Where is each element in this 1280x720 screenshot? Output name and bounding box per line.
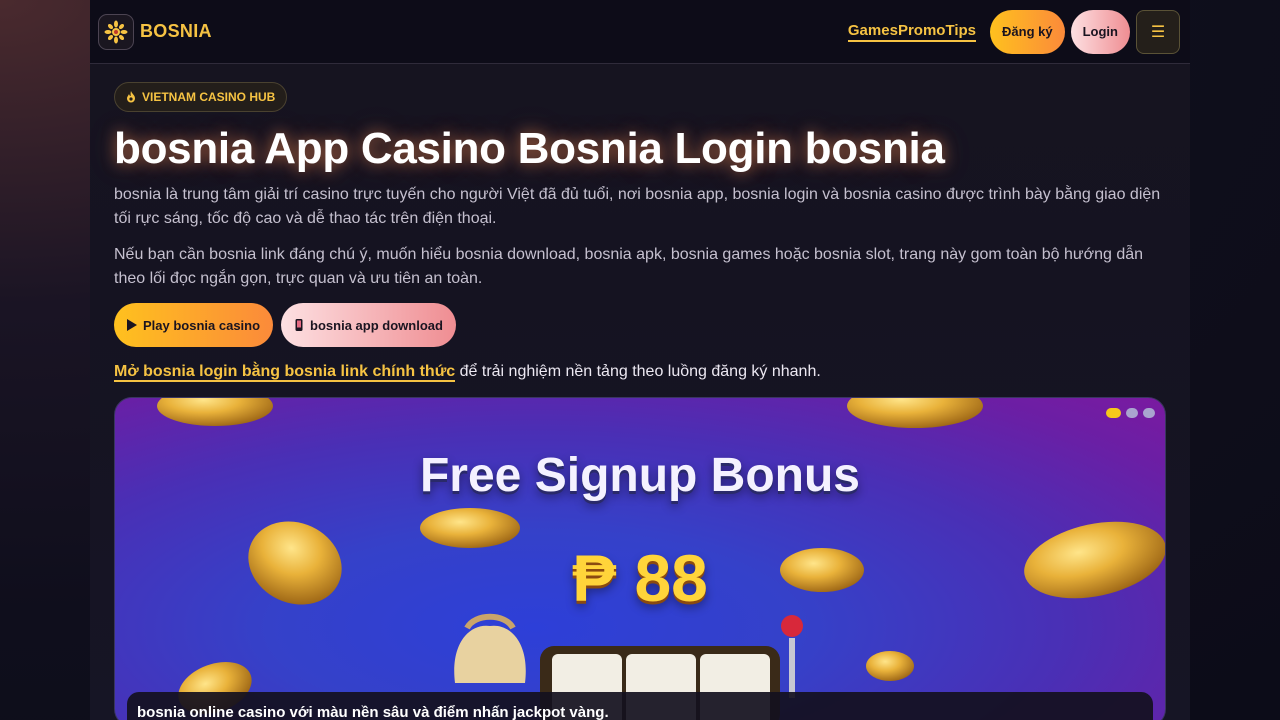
register-button[interactable]: Đăng ký (990, 9, 1065, 54)
login-line-suffix: để trải nghiệm nền tảng theo luồng đăng … (455, 363, 821, 380)
banner-caption: bosnia online casino với màu nền sâu và … (127, 692, 1153, 720)
brand[interactable]: BOSNIA (98, 13, 212, 50)
cta-row: Play bosnia casino bosnia app download (114, 303, 1166, 347)
play-casino-label: Play bosnia casino (143, 317, 261, 333)
play-casino-button[interactable]: Play bosnia casino (114, 303, 274, 347)
official-login-link[interactable]: Mở bosnia login bằng bosnia link chính t… (114, 363, 456, 382)
nav-link-promo[interactable]: Promo (897, 22, 946, 42)
phone-icon (295, 319, 303, 331)
page-container: BOSNIA Games Promo Tips Đăng ký Login ☰ … (90, 0, 1190, 720)
app-download-label: bosnia app download (310, 317, 443, 333)
hero-section: VIETNAM CASINO HUB bosnia App Casino Bos… (90, 64, 1190, 720)
badge-label: VIETNAM CASINO HUB (142, 90, 276, 104)
flame-icon (127, 91, 135, 103)
menu-button[interactable]: ☰ (1136, 9, 1180, 54)
promo-banner[interactable]: Free Signup Bonus ₱ 88 bosnia online cas… (114, 397, 1166, 720)
nav-link-tips[interactable]: Tips (945, 22, 977, 42)
app-download-button[interactable]: bosnia app download (281, 303, 456, 347)
carousel-dot-3[interactable] (1143, 408, 1155, 418)
category-badge: VIETNAM CASINO HUB (114, 82, 288, 112)
guide-paragraph: Nếu bạn cần bosnia link đáng chú ý, muốn… (114, 246, 1144, 287)
carousel-dot-2[interactable] (1126, 408, 1138, 418)
top-navbar: BOSNIA Games Promo Tips Đăng ký Login ☰ (90, 0, 1190, 64)
banner-headline: Free Signup Bonus (419, 449, 860, 502)
hamburger-icon: ☰ (1150, 23, 1166, 41)
carousel-dots (1106, 408, 1155, 418)
intro-paragraph: bosnia là trung tâm giải trí casino trực… (114, 186, 1161, 227)
brand-name: BOSNIA (140, 21, 212, 41)
carousel-dot-1[interactable] (1106, 408, 1121, 418)
banner-amount: ₱ 88 (572, 541, 708, 615)
play-icon (127, 319, 137, 331)
page-title: bosnia App Casino Bosnia Login bosnia (114, 124, 945, 173)
login-line: Mở bosnia login bằng bosnia link chính t… (114, 363, 1166, 382)
nav-link-games[interactable]: Games (847, 22, 898, 42)
login-button[interactable]: Login (1070, 9, 1130, 54)
main-nav: Games Promo Tips Đăng ký Login ☰ (847, 9, 1180, 54)
logo-icon (98, 13, 134, 50)
